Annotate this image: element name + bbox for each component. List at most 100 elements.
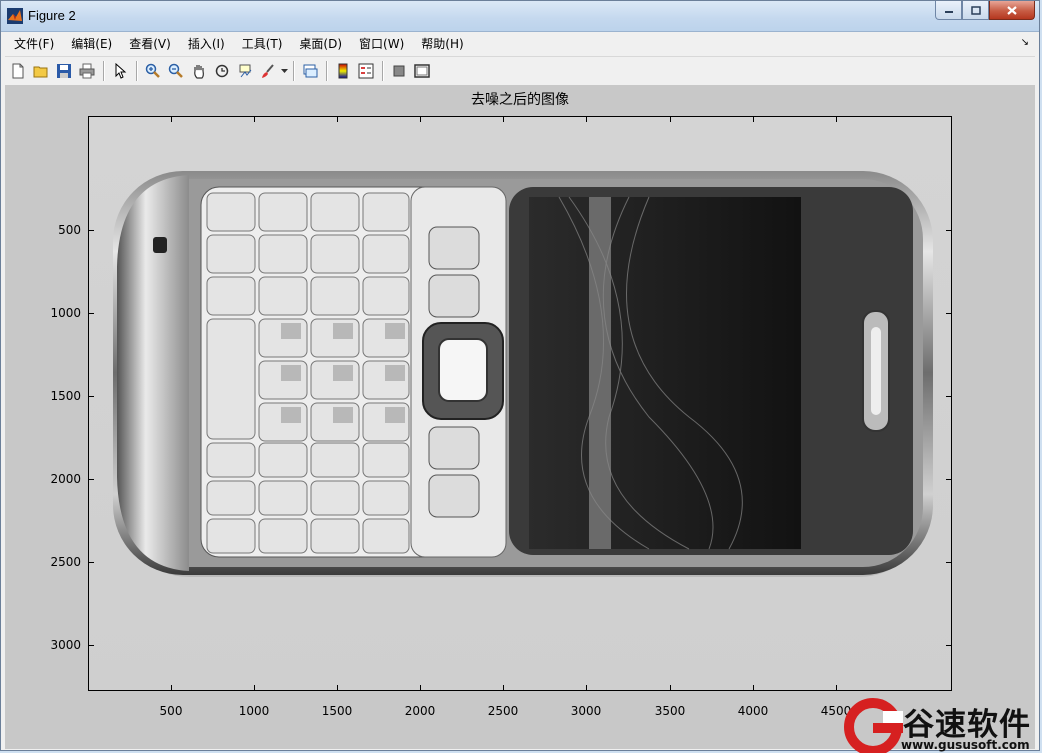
save-icon	[57, 64, 71, 78]
close-icon	[1007, 5, 1017, 15]
menu-tools[interactable]: 工具(T)	[233, 35, 291, 52]
x-tick-mark	[420, 116, 421, 122]
y-tick-mark	[88, 479, 94, 480]
y-tick-label: 1000	[50, 306, 81, 320]
menu-bar: 文件(F) 编辑(E) 查看(V) 插入(I) 工具(T) 桌面(D) 窗口(W) 帮助(H)…	[5, 32, 1035, 55]
x-tick-mark	[254, 116, 255, 122]
figure-canvas: 去噪之后的图像 500 1000 1500 2000 2500 3000 500…	[5, 85, 1035, 749]
minimize-icon	[944, 11, 953, 13]
y-tick-label: 500	[58, 223, 81, 237]
open-file-button[interactable]	[30, 60, 52, 82]
x-tick-mark	[586, 116, 587, 122]
data-cursor-icon	[239, 64, 252, 78]
x-tick-mark	[337, 116, 338, 122]
title-bar[interactable]: Figure 2	[1, 1, 1039, 32]
toolbar-separator	[382, 61, 384, 81]
legend-icon	[358, 63, 374, 79]
y-tick-mark	[946, 396, 952, 397]
image-axes[interactable]	[88, 116, 952, 691]
x-tick-mark	[503, 116, 504, 122]
x-tick-label: 3000	[570, 704, 602, 718]
toolbar-dock-arrow-icon[interactable]: ↘	[1021, 37, 1029, 48]
x-tick-mark	[420, 685, 421, 691]
select-arrow-icon	[115, 63, 127, 79]
brush-icon	[262, 64, 274, 78]
y-tick-label: 3000	[50, 638, 81, 652]
x-tick-mark	[503, 685, 504, 691]
y-tick-label: 2500	[50, 555, 81, 569]
close-button[interactable]	[989, 1, 1035, 20]
watermark-logo: 谷速软件 www.gususoft.com	[843, 697, 1042, 753]
colorbar-button[interactable]	[332, 60, 354, 82]
figure-window: Figure 2 文件(F) 编辑(E) 查看(V) 插入(I) 工具(T) 桌面(D) 窗…	[0, 0, 1040, 751]
phone-photo	[89, 117, 951, 690]
brush-button[interactable]	[257, 60, 279, 82]
watermark-url: www.gususoft.com	[901, 738, 1030, 752]
colorbar-icon	[338, 63, 348, 79]
toolbar-separator	[103, 61, 105, 81]
rotate-3d-icon	[215, 64, 229, 78]
new-figure-icon	[12, 63, 24, 79]
link-plot-button[interactable]	[299, 60, 321, 82]
data-cursor-button[interactable]	[234, 60, 256, 82]
y-tick-mark	[88, 313, 94, 314]
pan-button[interactable]	[188, 60, 210, 82]
matlab-logo-icon	[7, 8, 23, 24]
y-tick-mark	[88, 396, 94, 397]
zoom-in-button[interactable]	[142, 60, 164, 82]
menu-window[interactable]: 窗口(W)	[350, 35, 412, 52]
menu-file[interactable]: 文件(F)	[5, 35, 62, 52]
y-tick-mark	[946, 313, 952, 314]
y-tick-label: 1500	[50, 389, 81, 403]
zoom-out-icon	[168, 63, 183, 78]
rotate-3d-button[interactable]	[211, 60, 233, 82]
link-plot-icon	[303, 64, 318, 78]
gusu-logo-icon	[844, 698, 903, 753]
x-tick-mark	[670, 116, 671, 122]
minimize-button[interactable]	[935, 1, 962, 20]
brush-dropdown-button[interactable]	[280, 60, 288, 82]
menu-help[interactable]: 帮助(H)	[412, 35, 471, 52]
y-tick-mark	[946, 562, 952, 563]
pan-hand-icon	[194, 65, 204, 79]
menu-insert[interactable]: 插入(I)	[179, 35, 233, 52]
toolbar-separator	[136, 61, 138, 81]
x-tick-mark	[586, 685, 587, 691]
menu-desktop[interactable]: 桌面(D)	[290, 35, 350, 52]
hide-plot-tools-icon	[393, 65, 405, 77]
save-button[interactable]	[53, 60, 75, 82]
y-tick-mark	[946, 230, 952, 231]
new-figure-button[interactable]	[7, 60, 29, 82]
maximize-button[interactable]	[962, 1, 989, 20]
legend-button[interactable]	[355, 60, 377, 82]
x-tick-label: 2000	[404, 704, 436, 718]
show-plot-tools-button[interactable]	[411, 60, 433, 82]
x-tick-mark	[171, 116, 172, 122]
x-tick-label: 500	[159, 704, 183, 718]
maximize-icon	[970, 5, 981, 15]
x-tick-mark	[670, 685, 671, 691]
x-tick-label: 2500	[487, 704, 519, 718]
menu-view[interactable]: 查看(V)	[120, 35, 179, 52]
x-tick-label: 4000	[737, 704, 769, 718]
hide-plot-tools-button[interactable]	[388, 60, 410, 82]
x-tick-mark	[753, 116, 754, 122]
print-button[interactable]	[76, 60, 98, 82]
x-tick-mark	[171, 685, 172, 691]
x-tick-mark	[337, 685, 338, 691]
toolbar-separator	[326, 61, 328, 81]
y-tick-label: 2000	[50, 472, 81, 486]
x-tick-mark	[254, 685, 255, 691]
figure-toolbar	[5, 56, 1035, 86]
print-icon	[79, 63, 95, 79]
toolbar-separator	[293, 61, 295, 81]
zoom-out-button[interactable]	[165, 60, 187, 82]
menu-edit[interactable]: 编辑(E)	[62, 35, 120, 52]
y-tick-mark	[88, 562, 94, 563]
y-tick-mark	[88, 230, 94, 231]
y-tick-mark	[88, 645, 94, 646]
select-button[interactable]	[109, 60, 131, 82]
y-tick-mark	[946, 479, 952, 480]
zoom-in-icon	[145, 63, 160, 78]
y-tick-mark	[946, 645, 952, 646]
